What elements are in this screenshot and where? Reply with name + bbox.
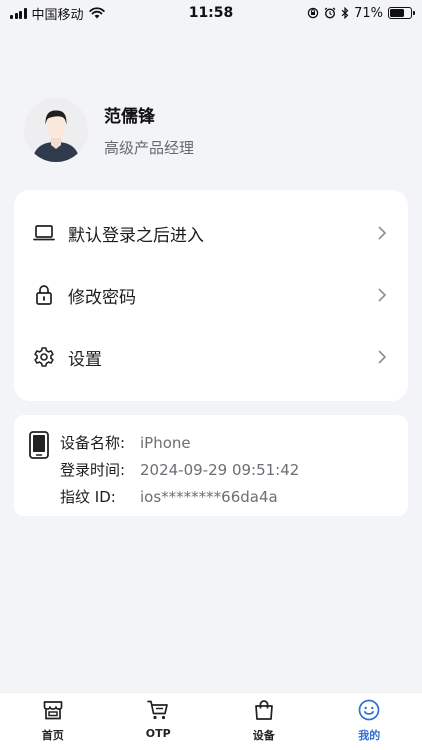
status-bar: 中国移动 11:58 71% — [0, 0, 422, 26]
device-row-name: 设备名称: iPhone — [60, 429, 299, 456]
store-icon — [43, 701, 63, 720]
device-key: 设备名称: — [60, 434, 126, 452]
carrier-label: 中国移动 — [31, 7, 84, 23]
gear-icon — [32, 345, 56, 369]
tab-devices[interactable]: 设备 — [211, 693, 317, 750]
profile-job-title: 高级产品经理 — [104, 139, 195, 157]
menu-card: 默认登录之后进入 修改密码 设置 — [14, 190, 408, 401]
orientation-lock-icon — [307, 7, 319, 19]
menu-item-settings[interactable]: 设置 — [14, 326, 408, 388]
laptop-icon — [32, 221, 56, 245]
device-info: 设备名称: iPhone 登录时间: 2024-09-29 09:51:42 指… — [60, 429, 299, 516]
device-key: 指纹 ID: — [60, 488, 116, 506]
menu-item-label: 默认登录之后进入 — [68, 225, 204, 246]
chevron-right-icon — [378, 288, 386, 302]
profile-text: 范儒锋 高级产品经理 — [104, 102, 194, 158]
smile-icon — [358, 699, 380, 721]
device-row-fingerprint: 指纹 ID: ios********66da4a — [60, 483, 299, 510]
menu-item-label: 设置 — [68, 349, 102, 370]
chevron-right-icon — [378, 350, 386, 364]
battery-level — [390, 9, 405, 17]
lock-icon — [32, 283, 56, 307]
bluetooth-icon — [341, 7, 349, 19]
tab-bar: 首页 OTP 设备 我的 — [0, 692, 422, 750]
tab-home[interactable]: 首页 — [0, 693, 106, 750]
tab-label: 首页 — [41, 729, 64, 742]
avatar[interactable] — [24, 98, 88, 162]
menu-item-default-login[interactable]: 默认登录之后进入 — [14, 202, 408, 264]
chevron-right-icon — [378, 226, 386, 240]
profile-name: 范儒锋 — [104, 107, 155, 127]
phone-icon — [29, 431, 49, 459]
profile-header: 范儒锋 高级产品经理 — [24, 98, 194, 162]
tab-label: OTP — [145, 727, 171, 740]
wifi-icon — [88, 7, 105, 19]
bag-icon — [254, 700, 273, 720]
alarm-icon — [324, 7, 336, 19]
device-key: 登录时间: — [60, 461, 126, 479]
menu-item-label: 修改密码 — [68, 287, 136, 308]
tab-label: 设备 — [252, 729, 275, 742]
status-right: 71% — [307, 5, 415, 21]
device-row-login-time: 登录时间: 2024-09-29 09:51:42 — [60, 456, 299, 483]
device-info-card: 设备名称: iPhone 登录时间: 2024-09-29 09:51:42 指… — [14, 415, 408, 516]
tab-label: 我的 — [358, 729, 381, 742]
person-avatar-icon — [24, 98, 88, 162]
tab-otp[interactable]: OTP — [106, 693, 212, 750]
battery-icon — [388, 7, 415, 19]
status-left: 中国移动 — [10, 4, 105, 23]
battery-percent: 71% — [354, 5, 383, 21]
device-value: 2024-09-29 09:51:42 — [140, 460, 300, 479]
cart-icon — [147, 700, 169, 720]
device-value: ios********66da4a — [140, 487, 278, 506]
tab-mine[interactable]: 我的 — [317, 693, 422, 750]
menu-item-change-password[interactable]: 修改密码 — [14, 264, 408, 326]
cellular-signal-icon — [10, 7, 27, 19]
device-value: iPhone — [140, 433, 191, 452]
